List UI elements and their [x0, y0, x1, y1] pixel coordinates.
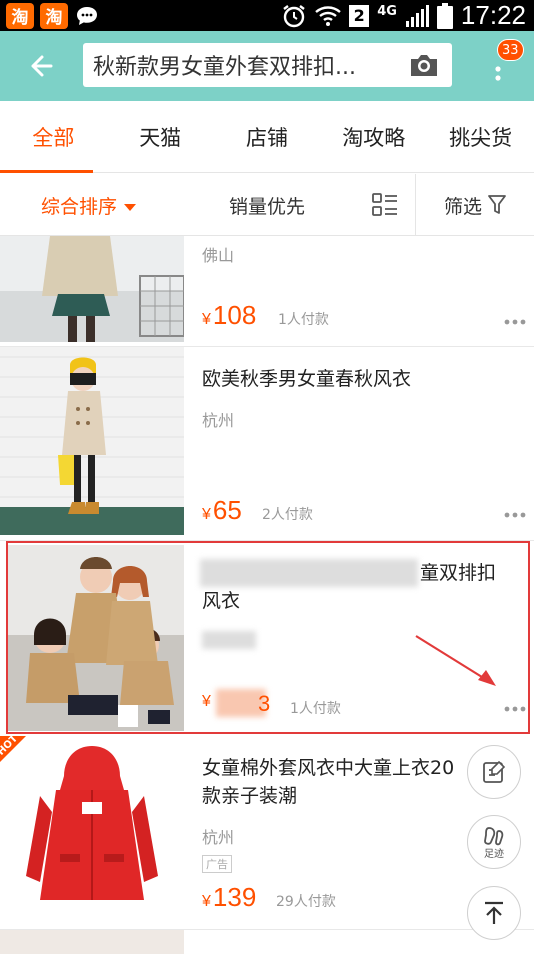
product-image[interactable]: HOT [0, 736, 184, 924]
clock: 17:22 [460, 0, 526, 30]
divider [415, 174, 416, 236]
more-options-icon[interactable] [503, 511, 527, 519]
tab-premium[interactable]: 挑尖货 [427, 101, 534, 172]
sim-slot-indicator: 2 [349, 4, 370, 27]
back-arrow-icon[interactable] [24, 50, 56, 82]
footprint-label: 足迹 [484, 848, 504, 860]
back-to-top-icon [485, 901, 503, 924]
sort-sales-button[interactable]: 销量优先 [229, 192, 305, 219]
message-count-badge: 33 [497, 39, 524, 61]
footprint-icon [484, 826, 504, 845]
tab-all[interactable]: 全部 [0, 101, 107, 173]
paid-count: 2人付款 [262, 507, 313, 523]
filter-button[interactable]: 筛选 [444, 192, 482, 219]
wifi-icon [315, 5, 341, 26]
product-price: ¥139 [202, 882, 257, 912]
caret-down-icon [124, 204, 137, 211]
sort-default-button[interactable]: 综合排序 [41, 192, 137, 219]
tab-shops[interactable]: 店铺 [214, 101, 321, 172]
note-button[interactable] [467, 745, 521, 799]
paid-count: 29人付款 [276, 894, 336, 910]
filter-icon[interactable] [487, 193, 507, 217]
product-price: ¥108 [202, 300, 257, 330]
layout-toggle-icon[interactable] [371, 191, 399, 219]
search-header: 秋新款男女童外套双排扣... 33 [0, 31, 534, 101]
taobao-search-results: 淘 淘 2 4G 17:22 秋新款男女童外套双排扣... 33 全部 天猫 店… [0, 0, 534, 954]
product-image[interactable] [0, 347, 184, 535]
taobao-app-icon: 淘 [6, 2, 34, 29]
product-image[interactable] [0, 930, 184, 954]
back-to-top-button[interactable] [467, 886, 521, 940]
product-location: 杭州 [202, 411, 235, 430]
tab-tmall[interactable]: 天猫 [107, 101, 214, 172]
sort-bar: 综合排序 销量优先 筛选 [0, 174, 534, 236]
ad-label: 广告 [202, 855, 232, 873]
signal-icon [405, 4, 429, 27]
pointer-arrow-annotation [415, 635, 496, 686]
category-tabs: 全部 天猫 店铺 淘攻略 挑尖货 [0, 101, 534, 173]
product-title: 欧美秋季男女童春秋风衣 [202, 368, 412, 390]
camera-icon[interactable] [408, 51, 440, 79]
status-bar: 淘 淘 2 4G 17:22 [0, 0, 534, 31]
tab-guides[interactable]: 淘攻略 [320, 101, 427, 172]
product-image[interactable] [0, 236, 184, 342]
search-input[interactable]: 秋新款男女童外套双排扣... [83, 43, 452, 87]
paid-count: 1人付款 [278, 312, 329, 328]
footprint-button[interactable]: 足迹 [467, 815, 521, 869]
product-item[interactable]: 欧美秋季男女童春秋风衣 杭州 ¥65 2人付款 [0, 347, 534, 541]
product-item[interactable]: HOT 女童棉外套风衣中大童上衣20 款亲子装潮 杭州 广告 ¥139 29人付… [0, 736, 534, 930]
product-item[interactable]: 佛山 ¥108 1人付款 [0, 236, 534, 347]
product-title: 款亲子装潮 [202, 785, 298, 807]
alarm-icon [283, 4, 305, 27]
sort-default-label: 综合排序 [41, 196, 118, 218]
network-type: 4G [377, 4, 397, 19]
product-location: 佛山 [202, 246, 235, 265]
edit-note-icon [483, 760, 506, 783]
product-location: 杭州 [202, 828, 235, 847]
product-item[interactable] [0, 930, 534, 954]
chat-icon [74, 3, 100, 29]
more-options-icon[interactable] [503, 318, 527, 326]
product-title: 女童棉外套风衣中大童上衣20 [202, 757, 455, 779]
battery-icon [436, 2, 453, 29]
taobao-app-icon: 淘 [40, 2, 68, 29]
search-query: 秋新款男女童外套双排扣... [93, 55, 356, 80]
product-price: ¥65 [202, 495, 242, 525]
